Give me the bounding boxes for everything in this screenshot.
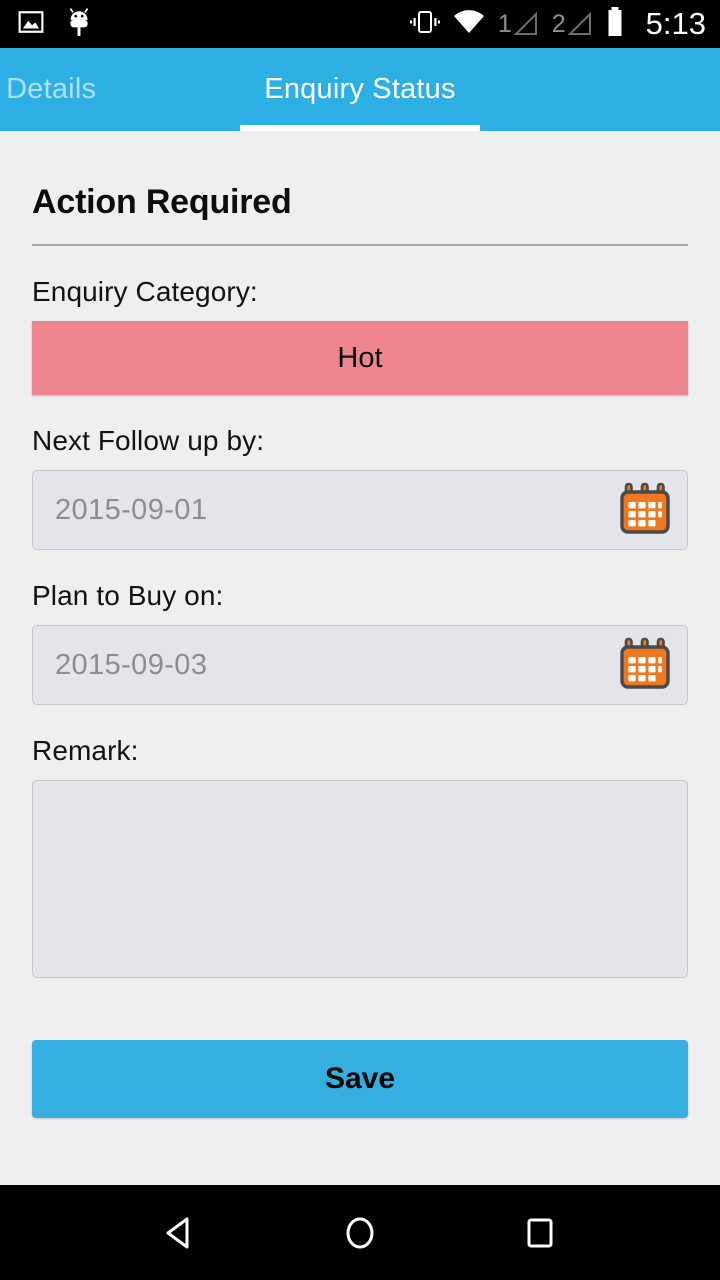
- android-debug-icon: [66, 7, 92, 42]
- page-title: Action Required: [32, 183, 292, 221]
- sim1-label: 1: [497, 10, 512, 38]
- remark-label: Remark:: [32, 735, 139, 766]
- next-follow-up-value: 2015-09-01: [55, 493, 208, 526]
- title-divider: [32, 244, 688, 246]
- back-icon[interactable]: [135, 1188, 225, 1278]
- tab-enquiry-status-label: Enquiry Status: [264, 73, 456, 105]
- next-follow-up-field[interactable]: 2015-09-01: [32, 470, 688, 550]
- tab-bar: quiry Details Enquiry Status: [0, 48, 720, 131]
- calendar-icon[interactable]: [619, 481, 671, 540]
- vibrate-icon: [409, 8, 440, 41]
- status-bar-left-icons: [18, 7, 92, 42]
- next-follow-up-label: Next Follow up by:: [32, 425, 265, 456]
- enquiry-category-button[interactable]: Hot: [32, 321, 688, 395]
- tab-enquiry-details-label: quiry Details: [0, 73, 97, 105]
- battery-icon: [606, 6, 624, 42]
- phone-screen: 1 2 5:13 quiry Details: [0, 0, 720, 1280]
- plan-to-buy-field[interactable]: 2015-09-03: [32, 625, 688, 705]
- status-bar: 1 2 5:13: [0, 0, 720, 48]
- image-icon: [18, 9, 44, 40]
- plan-to-buy-label: Plan to Buy on:: [32, 580, 224, 611]
- save-button[interactable]: Save: [32, 1040, 688, 1118]
- sim2-label: 2: [551, 10, 566, 38]
- status-bar-clock: 5:13: [645, 6, 706, 41]
- sim2-signal-icon: 2: [552, 11, 593, 37]
- status-bar-right-icons: 1 2 5:13: [409, 6, 706, 42]
- enquiry-category-label: Enquiry Category:: [32, 276, 258, 307]
- home-icon[interactable]: [315, 1188, 405, 1278]
- plan-to-buy-value: 2015-09-03: [55, 648, 208, 681]
- tab-enquiry-details[interactable]: quiry Details: [0, 48, 174, 131]
- remark-input[interactable]: [32, 780, 688, 978]
- calendar-icon[interactable]: [619, 636, 671, 695]
- android-nav-bar: [0, 1185, 720, 1280]
- recents-icon[interactable]: [495, 1188, 585, 1278]
- form-content: Action Required Enquiry Category: Hot Ne…: [0, 131, 720, 1185]
- sim1-signal-icon: 1: [498, 11, 539, 37]
- wifi-icon: [453, 9, 485, 40]
- tab-enquiry-status[interactable]: Enquiry Status: [240, 48, 480, 131]
